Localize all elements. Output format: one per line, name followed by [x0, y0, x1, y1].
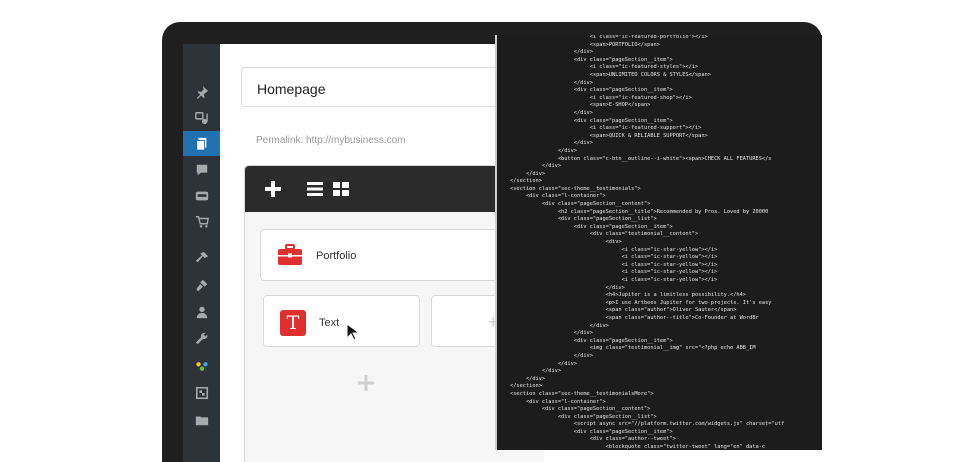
code-line: </div>: [510, 109, 593, 116]
sidebar-item-appearance[interactable]: [183, 245, 220, 270]
users-icon: [196, 306, 207, 318]
code-line: <span>PORTFOLIO</span>: [510, 41, 660, 48]
code-line: <i class="ic-featured-portfolio"></i>: [510, 35, 708, 40]
code-line: <span class="author--title">Co-Founder a…: [510, 314, 759, 321]
code-line: </div>: [510, 375, 546, 382]
sidebar-item-plugins[interactable]: [183, 272, 220, 297]
code-lines: <i class="ic-featured-portfolio"></i> <s…: [510, 35, 784, 450]
plugins-icon: [196, 279, 207, 291]
code-line: <div class="pageSection__item">: [510, 117, 673, 124]
code-line: </div>: [510, 368, 562, 375]
code-line: </div>: [510, 140, 593, 147]
code-line: <blockquote class="twitter-tweet" lang="…: [510, 444, 766, 450]
code-line: <div class="author--tweet">: [510, 436, 676, 443]
code-line: <h2 class="pageSection__title">Recommend…: [510, 208, 769, 215]
permalink-text: Permalink: http://mybusiness.com: [256, 135, 406, 146]
sidebar-item-files[interactable]: [183, 407, 220, 432]
pin-icon: [196, 85, 208, 99]
code-line: <div>: [510, 239, 622, 246]
text-t-icon: T: [280, 310, 306, 336]
comments-icon: [196, 164, 207, 175]
code-line: </div>: [510, 352, 593, 359]
grid-view-icon[interactable]: [331, 179, 351, 199]
briefcase-icon: [278, 244, 302, 265]
code-line: <img class="testimonial__img" src="<?php…: [510, 345, 756, 352]
code-line: <div class="pageSection__list">: [510, 413, 657, 420]
code-line: <script async src="//platform.twitter.co…: [510, 421, 785, 428]
code-line: <button class="c-btn__outline--i-white">…: [510, 155, 772, 162]
code-line: <div class="pageSection__item">: [510, 56, 673, 63]
code-line: <div class="pageSection__list">: [510, 216, 657, 223]
sidebar-item-woocommerce[interactable]: [183, 183, 220, 208]
code-line: <i class="ic-featured-support"></i>: [510, 125, 702, 132]
appearance-icon: [195, 251, 208, 262]
code-line: <span>UNLIMITED COLORS & STYLES</span>: [510, 71, 711, 78]
mouse-cursor-icon: [346, 323, 360, 341]
code-line: <div class="pageSection__item">: [510, 223, 673, 230]
plus-icon[interactable]: [263, 179, 283, 199]
cart-icon: [195, 215, 209, 228]
list-view-icon[interactable]: [305, 179, 325, 199]
woocommerce-icon: [195, 191, 208, 200]
code-line: <p>I use Artbees Jupiter for two project…: [510, 299, 772, 306]
code-line: <h4>Jupiter is a limitless possibility.<…: [510, 292, 746, 299]
code-line: <i class="ic-featured-styles"></i>: [510, 64, 699, 71]
code-line: </div>: [510, 79, 593, 86]
code-line: <i class="ic-star-yellow"></i>: [510, 277, 718, 283]
code-line: <div class="pageSection__content">: [510, 201, 651, 208]
folder-icon: [195, 416, 208, 425]
code-line: <div class="l-container">: [510, 193, 606, 200]
code-line: <div class="l-container">: [510, 398, 606, 405]
sidebar-item-posts[interactable]: [183, 79, 220, 104]
code-line: </div>: [510, 49, 593, 56]
sidebar-item-tools[interactable]: [183, 326, 220, 351]
sidebar-item-media[interactable]: [183, 105, 220, 130]
sidebar-item-settings[interactable]: [183, 380, 220, 405]
text-block[interactable]: T Text: [263, 295, 420, 347]
sidebar-item-jupiter[interactable]: [183, 353, 220, 378]
page-editor: Homepage Permalink: http://mybusiness.co…: [220, 44, 544, 462]
code-line: <i class="ic-star-yellow"></i>: [510, 261, 718, 268]
code-line: </section>: [510, 383, 542, 390]
tools-icon: [195, 332, 207, 344]
admin-sidebar: [183, 44, 226, 462]
code-view: <i class="ic-featured-portfolio"></i> <s…: [497, 35, 822, 450]
sidebar-item-users[interactable]: [183, 299, 220, 324]
media-icon: [194, 111, 208, 124]
code-line: <div class="pageSection__content">: [510, 406, 651, 413]
code-line: <i class="ic-star-yellow"></i>: [510, 269, 718, 276]
portfolio-block[interactable]: Portfolio: [260, 229, 510, 281]
sidebar-item-pages[interactable]: [183, 131, 226, 156]
code-line: <i class="ic-star-yellow"></i>: [510, 246, 718, 253]
code-line: </div>: [510, 147, 577, 154]
jupiter-icon: [195, 361, 208, 371]
code-line: <section class="sec-theme__testimonials"…: [510, 185, 641, 192]
code-line: </div>: [510, 330, 593, 337]
pages-icon: [195, 137, 206, 151]
code-line: <section class="sec-theme__testimonialsM…: [510, 390, 654, 397]
code-line: <span class="author">Oliver Sauter</span…: [510, 307, 737, 314]
code-line: <span>QUICK & RELIABLE SUPPORT</span>: [510, 132, 708, 139]
code-line: </div>: [510, 170, 546, 177]
sidebar-item-products[interactable]: [183, 209, 220, 234]
text-block-label: Text: [319, 317, 340, 329]
code-line: </div>: [510, 163, 562, 170]
code-line: </div>: [510, 284, 625, 291]
code-line: <div class="testimonial__content">: [510, 231, 699, 238]
code-line: </section>: [510, 178, 542, 185]
code-line: </div>: [510, 360, 577, 367]
settings-icon: [195, 386, 208, 399]
code-line: </div>: [510, 322, 609, 329]
code-line: <div class="pageSection__item">: [510, 428, 673, 435]
sidebar-item-comments[interactable]: [183, 157, 220, 182]
split-divider[interactable]: [495, 35, 497, 450]
code-line: <i class="ic-star-yellow"></i>: [510, 254, 718, 261]
code-line: <i class="ic-featured-shop"></i>: [510, 94, 692, 101]
portfolio-block-label: Portfolio: [316, 250, 357, 262]
code-line: <div class="pageSection__item">: [510, 337, 673, 344]
code-line: <div class="pageSection__item">: [510, 87, 673, 94]
add-section-icon[interactable]: [355, 372, 377, 394]
code-line: <span>E-SHOP</span>: [510, 102, 651, 109]
